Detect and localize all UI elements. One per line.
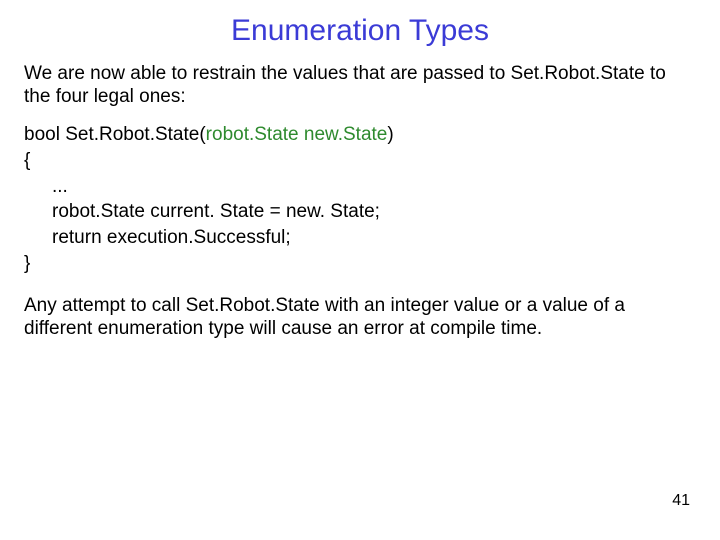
code-line-signature: bool Set.Robot.State(robot.State new.Sta… <box>24 122 696 148</box>
code-sig-prefix: bool Set.Robot.State( <box>24 124 206 145</box>
code-sig-suffix: ) <box>387 124 393 145</box>
code-line-close-brace: } <box>24 251 696 277</box>
code-block: bool Set.Robot.State(robot.State new.Sta… <box>24 122 696 276</box>
code-line-assign: robot.State current. State = new. State; <box>24 199 696 225</box>
code-line-return: return execution.Successful; <box>24 225 696 251</box>
slide: Enumeration Types We are now able to res… <box>0 0 720 540</box>
code-line-ellipsis: ... <box>24 174 696 200</box>
page-number: 41 <box>672 492 690 510</box>
code-line-open-brace: { <box>24 148 696 174</box>
intro-paragraph: We are now able to restrain the values t… <box>24 62 696 108</box>
outro-paragraph: Any attempt to call Set.Robot.State with… <box>24 294 696 340</box>
slide-title: Enumeration Types <box>24 14 696 48</box>
code-sig-param: robot.State new.State <box>206 124 388 145</box>
